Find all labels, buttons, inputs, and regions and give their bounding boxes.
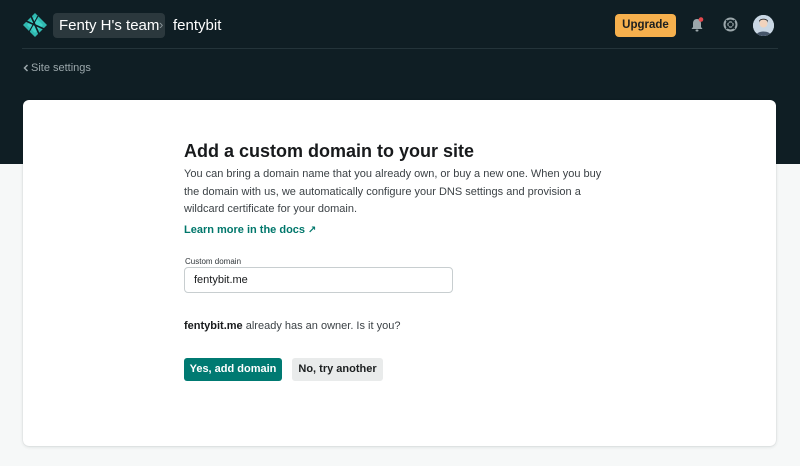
- header-divider: [22, 48, 778, 49]
- notification-dot-icon: [698, 17, 704, 22]
- back-to-site-settings-link[interactable]: Site settings: [22, 60, 91, 76]
- owner-message: fentybit.me already has an owner. Is it …: [184, 318, 400, 334]
- card-description: You can bring a domain name that you alr…: [184, 168, 602, 215]
- no-try-another-button[interactable]: No, try another: [292, 358, 383, 381]
- netlify-logo-icon[interactable]: [22, 12, 48, 38]
- page-title: Add a custom domain to your site: [184, 141, 475, 161]
- learn-more-docs-link[interactable]: Learn more in the docs ↗: [184, 222, 316, 238]
- add-domain-card: Add a custom domain to your site You can…: [23, 100, 776, 446]
- docs-link-label: Learn more in the docs: [184, 224, 306, 236]
- user-avatar[interactable]: [753, 15, 774, 36]
- external-arrow-icon: ↗: [308, 225, 317, 236]
- back-link-label: Site settings: [31, 62, 91, 74]
- owner-message-text: already has an owner. Is it you?: [242, 320, 401, 332]
- lifebuoy-icon[interactable]: [723, 17, 738, 32]
- custom-domain-input[interactable]: [184, 267, 453, 293]
- top-nav: Fenty H's team › fentybit Upgrade: [0, 0, 800, 50]
- team-switcher[interactable]: Fenty H's team: [53, 13, 166, 38]
- chevron-right-icon: ›: [159, 17, 164, 32]
- chevron-left-icon: [22, 60, 31, 76]
- site-name[interactable]: fentybit: [173, 13, 221, 38]
- owner-domain: fentybit.me: [184, 320, 243, 332]
- upgrade-button[interactable]: Upgrade: [615, 14, 676, 37]
- bell-icon[interactable]: [690, 17, 704, 33]
- yes-add-domain-button[interactable]: Yes, add domain: [184, 358, 282, 381]
